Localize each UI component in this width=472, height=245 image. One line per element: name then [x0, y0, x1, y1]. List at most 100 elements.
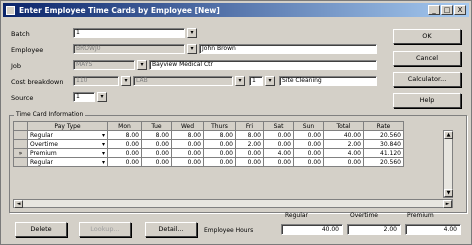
col-header-pay-type[interactable]: Pay Type [27, 121, 108, 131]
cost-phase-field[interactable]: 110 [73, 76, 119, 86]
app-icon [6, 5, 15, 15]
rate-cell[interactable]: 20.560 [363, 130, 404, 140]
pay-type-cell[interactable]: Premium ▾ [27, 148, 108, 158]
chevron-down-icon[interactable]: ▾ [102, 132, 105, 139]
mon-cell[interactable]: 8.00 [107, 130, 142, 140]
col-header-tue[interactable]: Tue [141, 121, 172, 131]
col-header-thurs[interactable]: Thurs [203, 121, 236, 131]
row-marker[interactable] [13, 157, 28, 167]
scroll-down-icon[interactable]: ▼ [444, 189, 453, 197]
job-dropdown-button[interactable]: ▾ [137, 60, 147, 70]
sat-cell[interactable]: 0.00 [263, 157, 294, 167]
mon-cell[interactable]: 0.00 [107, 157, 142, 167]
wed-cell[interactable]: 8.00 [171, 130, 204, 140]
cost-category-dropdown-button[interactable]: ▾ [235, 76, 245, 86]
job-name-field[interactable]: Bayview Medical Ctr [149, 60, 377, 70]
lookup-button[interactable]: Lookup... [79, 222, 131, 237]
fri-cell[interactable]: 2.00 [235, 139, 264, 149]
col-header-sun[interactable]: Sun [293, 121, 324, 131]
sun-cell[interactable]: 0.00 [293, 148, 324, 158]
col-header-rate[interactable]: Rate [363, 121, 404, 131]
fri-cell[interactable]: 0.00 [235, 157, 264, 167]
title-bar[interactable]: Enter Employee Time Cards by Employee [N… [3, 3, 469, 17]
col-header-sat[interactable]: Sat [263, 121, 294, 131]
table-row[interactable]: Regular ▾ 0.00 0.00 0.00 0.00 0.00 0.00 0… [13, 157, 404, 167]
wed-cell[interactable]: 0.00 [171, 148, 204, 158]
cost-category-field[interactable]: LAB [133, 76, 233, 86]
sun-cell[interactable]: 0.00 [293, 139, 324, 149]
window-title: Enter Employee Time Cards by Employee [N… [19, 5, 220, 15]
job-id-field[interactable]: MAYS [73, 60, 135, 70]
wed-cell[interactable]: 0.00 [171, 157, 204, 167]
batch-dropdown-button[interactable]: ▾ [187, 28, 197, 38]
employee-dropdown-button[interactable]: ▾ [187, 44, 197, 54]
thurs-cell[interactable]: 0.00 [203, 157, 236, 167]
cost-item-dropdown-button[interactable]: ▾ [265, 76, 275, 86]
table-row[interactable]: Regular ▾ 8.00 8.00 8.00 8.00 8.00 0.00 0… [13, 130, 404, 140]
tue-cell[interactable]: 0.00 [141, 157, 172, 167]
col-header-fri[interactable]: Fri [235, 121, 264, 131]
sat-cell[interactable]: 0.00 [263, 139, 294, 149]
rate-cell[interactable]: 30.840 [363, 139, 404, 149]
row-marker[interactable] [13, 139, 28, 149]
pay-type-cell[interactable]: Regular ▾ [27, 130, 108, 140]
pay-type-cell[interactable]: Overtime ▾ [27, 139, 108, 149]
calculator-button[interactable]: Calculator... [393, 72, 461, 87]
col-header-total[interactable]: Total [323, 121, 364, 131]
help-button[interactable]: Help [393, 93, 461, 108]
maximize-button[interactable]: □ [441, 5, 453, 15]
minimize-button[interactable]: _ [428, 5, 440, 15]
pay-type-value: Regular [30, 131, 54, 139]
employee-name-field[interactable]: John Brown [199, 44, 377, 54]
total-cell: 0.00 [323, 157, 364, 167]
grid-vertical-scrollbar[interactable]: ▲ ▼ [443, 130, 453, 198]
scroll-right-icon[interactable]: ► [443, 200, 452, 208]
col-header-wed[interactable]: Wed [171, 121, 204, 131]
source-dropdown-button[interactable]: ▾ [97, 92, 107, 102]
cancel-button[interactable]: Cancel [393, 51, 461, 66]
detail-button[interactable]: Detail... [145, 222, 197, 237]
wed-cell[interactable]: 0.00 [171, 139, 204, 149]
table-row[interactable]: Overtime ▾ 0.00 0.00 0.00 0.00 2.00 0.00 … [13, 139, 404, 149]
chevron-down-icon[interactable]: ▾ [102, 150, 105, 157]
sun-cell[interactable]: 0.00 [293, 157, 324, 167]
grid-horizontal-scrollbar[interactable]: ◄ ► [13, 199, 453, 208]
table-row[interactable]: » Premium ▾ 0.00 0.00 0.00 0.00 0.00 4.00… [13, 148, 404, 158]
time-card-grid[interactable]: Pay Type Mon Tue Wed Thurs Fri Sat Sun T… [13, 121, 404, 167]
batch-label: Batch [11, 30, 30, 38]
ok-button[interactable]: OK [393, 29, 461, 44]
sat-cell[interactable]: 4.00 [263, 148, 294, 158]
fri-cell[interactable]: 0.00 [235, 148, 264, 158]
row-marker[interactable] [13, 130, 28, 140]
tue-cell[interactable]: 0.00 [141, 139, 172, 149]
close-button[interactable]: X [454, 5, 466, 15]
rate-cell[interactable]: 41.120 [363, 148, 404, 158]
job-label: Job [11, 62, 22, 70]
pay-type-cell[interactable]: Regular ▾ [27, 157, 108, 167]
rate-cell[interactable]: 20.560 [363, 157, 404, 167]
scroll-left-icon[interactable]: ◄ [14, 200, 23, 208]
thurs-cell[interactable]: 8.00 [203, 130, 236, 140]
col-header-mon[interactable]: Mon [107, 121, 142, 131]
sun-cell[interactable]: 0.00 [293, 130, 324, 140]
sat-cell[interactable]: 0.00 [263, 130, 294, 140]
chevron-down-icon[interactable]: ▾ [102, 141, 105, 148]
batch-field[interactable]: 1 [73, 28, 185, 38]
chevron-down-icon[interactable]: ▾ [102, 159, 105, 166]
scroll-up-icon[interactable]: ▲ [444, 131, 453, 139]
source-field[interactable]: 1 [73, 92, 95, 102]
cost-phase-dropdown-button[interactable]: ▾ [121, 76, 131, 86]
mon-cell[interactable]: 0.00 [107, 139, 142, 149]
employee-id-field[interactable]: BROWJ0 [73, 44, 185, 54]
cost-description-field[interactable]: Site Cleaning [279, 76, 377, 86]
thurs-cell[interactable]: 0.00 [203, 148, 236, 158]
tue-cell[interactable]: 0.00 [141, 148, 172, 158]
cost-item-field[interactable]: 1 [249, 76, 263, 86]
tue-cell[interactable]: 8.00 [141, 130, 172, 140]
delete-button[interactable]: Delete [15, 222, 67, 237]
regular-hours-value: 40.00 [281, 224, 343, 235]
thurs-cell[interactable]: 0.00 [203, 139, 236, 149]
row-marker[interactable]: » [13, 148, 28, 158]
mon-cell[interactable]: 0.00 [107, 148, 142, 158]
fri-cell[interactable]: 8.00 [235, 130, 264, 140]
